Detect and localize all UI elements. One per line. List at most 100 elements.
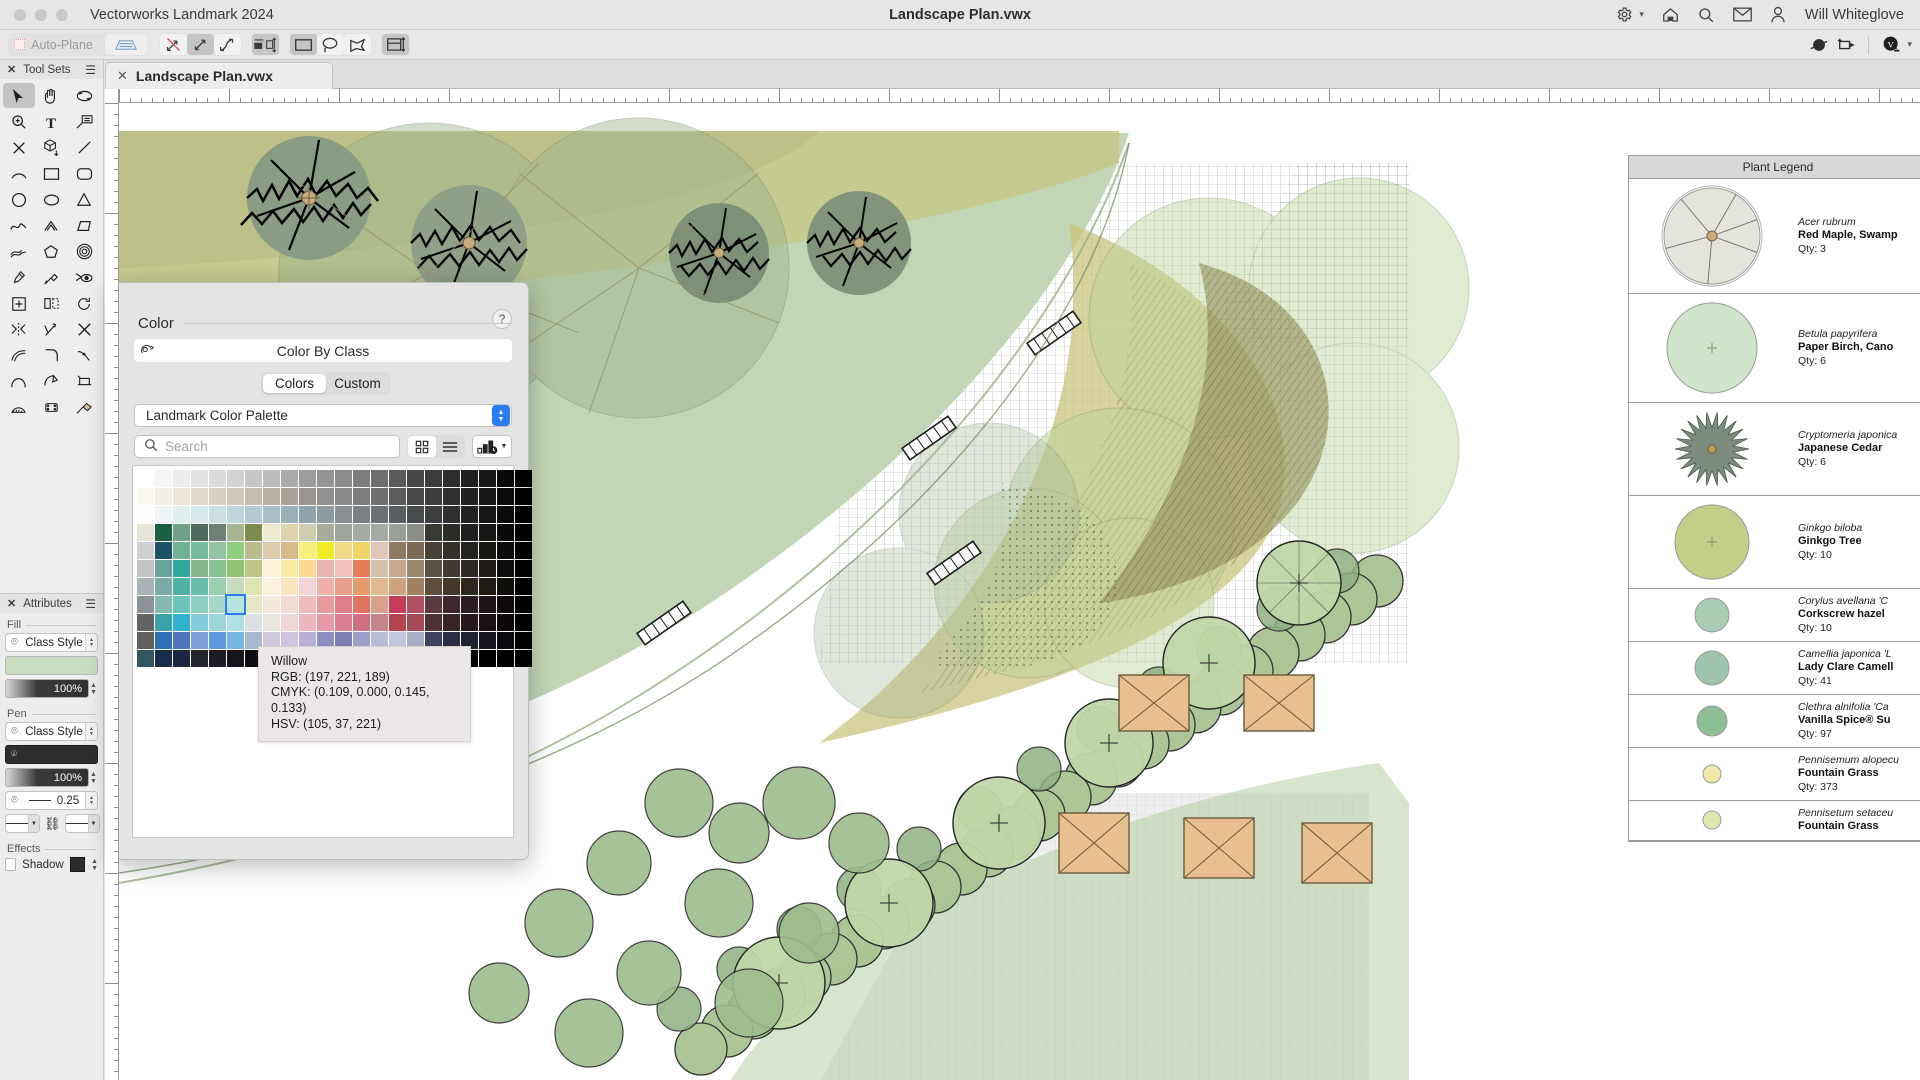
color-swatch[interactable] xyxy=(479,470,496,487)
color-swatch[interactable] xyxy=(299,542,316,559)
color-swatch[interactable] xyxy=(443,596,460,613)
color-swatch[interactable] xyxy=(425,560,442,577)
color-swatch[interactable] xyxy=(317,560,334,577)
color-swatch[interactable] xyxy=(281,596,298,613)
material-tool[interactable] xyxy=(68,395,100,420)
color-swatch[interactable] xyxy=(137,506,154,523)
color-swatch[interactable] xyxy=(461,488,478,505)
color-swatch[interactable] xyxy=(245,506,262,523)
color-swatch[interactable] xyxy=(209,470,226,487)
color-swatch[interactable] xyxy=(443,524,460,541)
color-swatch[interactable] xyxy=(407,524,424,541)
color-swatch[interactable] xyxy=(425,488,442,505)
nurbs-tool[interactable] xyxy=(36,239,68,264)
color-swatch[interactable] xyxy=(227,506,244,523)
color-swatch[interactable] xyxy=(335,560,352,577)
color-swatch[interactable] xyxy=(191,614,208,631)
text-tool[interactable]: T xyxy=(36,109,68,134)
pan-tool[interactable] xyxy=(36,83,68,108)
arc-tool[interactable] xyxy=(3,161,35,186)
color-swatch[interactable] xyxy=(209,596,226,613)
color-swatch[interactable] xyxy=(371,560,388,577)
shadow-color-swatch[interactable] xyxy=(69,857,86,872)
color-swatch[interactable] xyxy=(497,596,514,613)
tab-colors[interactable]: Colors xyxy=(263,374,326,393)
plant-legend-row[interactable]: Acer rubrum Red Maple, Swamp Qty: 3 xyxy=(1629,179,1920,294)
color-swatch[interactable] xyxy=(353,596,370,613)
color-swatch[interactable] xyxy=(425,578,442,595)
hamburger-menu-icon[interactable]: ☰ xyxy=(85,597,96,611)
color-swatch[interactable] xyxy=(317,524,334,541)
color-swatch[interactable] xyxy=(389,524,406,541)
color-swatch[interactable] xyxy=(299,596,316,613)
color-swatch[interactable] xyxy=(425,614,442,631)
color-swatch[interactable] xyxy=(335,524,352,541)
color-swatch[interactable] xyxy=(335,506,352,523)
color-swatch[interactable] xyxy=(227,578,244,595)
color-swatch[interactable] xyxy=(209,650,226,667)
color-swatch[interactable] xyxy=(281,506,298,523)
fill-opacity-slider[interactable]: 100% xyxy=(5,679,90,698)
plant-legend[interactable]: Plant Legend Acer rubrum Red Maple, Swamp… xyxy=(1628,155,1920,842)
auto-plane-control[interactable]: Auto-Plane xyxy=(8,33,147,56)
color-swatch[interactable] xyxy=(497,632,514,649)
minimize-window-button[interactable] xyxy=(35,8,47,21)
home-icon[interactable] xyxy=(1661,5,1680,24)
color-swatch[interactable] xyxy=(389,470,406,487)
color-swatch[interactable] xyxy=(515,632,532,649)
color-swatch[interactable] xyxy=(371,614,388,631)
color-swatch[interactable] xyxy=(209,506,226,523)
color-swatch[interactable] xyxy=(407,578,424,595)
color-swatch[interactable] xyxy=(353,614,370,631)
polyline-tool[interactable] xyxy=(3,213,35,238)
color-swatch[interactable] xyxy=(407,506,424,523)
color-swatch[interactable] xyxy=(497,488,514,505)
marker-style-dropdown[interactable]: ▼ xyxy=(64,814,100,833)
visibility-tool[interactable] xyxy=(68,265,100,290)
color-swatch[interactable] xyxy=(281,524,298,541)
color-swatch[interactable] xyxy=(461,524,478,541)
plant-legend-row[interactable]: Camellia japonica 'L Lady Clare Camell Qty… xyxy=(1629,642,1920,695)
fillet-tool[interactable] xyxy=(36,343,68,368)
color-swatch[interactable] xyxy=(371,488,388,505)
color-swatch[interactable] xyxy=(173,596,190,613)
color-swatch[interactable] xyxy=(353,506,370,523)
compose-tool[interactable] xyxy=(36,369,68,394)
color-swatch[interactable] xyxy=(173,560,190,577)
color-swatch[interactable] xyxy=(353,542,370,559)
color-swatch[interactable] xyxy=(371,542,388,559)
color-swatch[interactable] xyxy=(497,470,514,487)
mirror-tool[interactable] xyxy=(36,291,68,316)
close-window-button[interactable] xyxy=(14,8,26,21)
rotate-tool[interactable] xyxy=(68,291,100,316)
clip-tool[interactable] xyxy=(68,317,100,342)
color-swatch[interactable] xyxy=(263,470,280,487)
reshape-tool[interactable] xyxy=(3,369,35,394)
chevron-down-icon[interactable]: ▲ ▼ xyxy=(85,634,97,651)
color-swatch[interactable] xyxy=(299,560,316,577)
plant-legend-row[interactable]: Pennisetum setaceu Fountain Grass xyxy=(1629,801,1920,841)
color-swatch[interactable] xyxy=(155,596,172,613)
color-swatch[interactable] xyxy=(299,470,316,487)
color-swatch[interactable] xyxy=(173,470,190,487)
color-swatch[interactable] xyxy=(225,594,246,615)
color-swatch[interactable] xyxy=(425,470,442,487)
chamfer-tool[interactable] xyxy=(68,343,100,368)
color-swatch[interactable] xyxy=(137,650,154,667)
color-swatch[interactable] xyxy=(479,560,496,577)
color-swatch[interactable] xyxy=(299,524,316,541)
chevron-down-icon[interactable]: ▾ xyxy=(1639,9,1644,20)
color-swatch[interactable] xyxy=(515,470,532,487)
color-swatch[interactable] xyxy=(389,596,406,613)
color-swatch[interactable] xyxy=(335,542,352,559)
color-swatch[interactable] xyxy=(137,524,154,541)
chevron-down-icon[interactable]: ▲ ▼ xyxy=(85,792,97,809)
color-swatch[interactable] xyxy=(443,506,460,523)
fill-color-swatch[interactable] xyxy=(5,656,98,675)
selection-tool[interactable] xyxy=(3,83,35,108)
maximize-window-button[interactable] xyxy=(56,8,68,21)
color-swatch[interactable] xyxy=(299,578,316,595)
color-swatch[interactable] xyxy=(317,506,334,523)
color-swatch[interactable] xyxy=(479,632,496,649)
color-swatch[interactable] xyxy=(497,614,514,631)
